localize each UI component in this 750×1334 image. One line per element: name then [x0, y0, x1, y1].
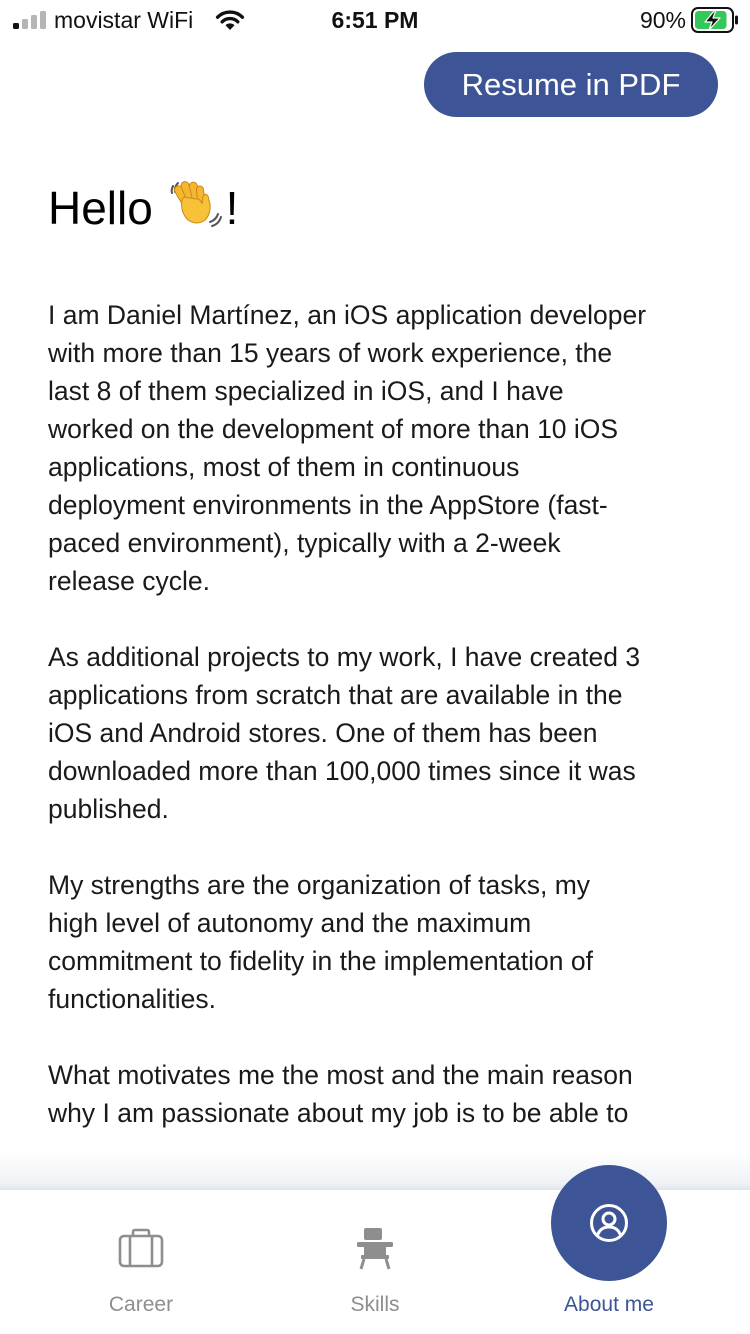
bio-paragraph: What motivates me the most and the main … [48, 1060, 633, 1140]
bio-paragraph: My strengths are the organization of tas… [48, 870, 593, 1014]
briefcase-icon [118, 1228, 164, 1268]
tab-skills-label: Skills [350, 1293, 400, 1316]
user-circle-icon [590, 1204, 628, 1242]
tab-career-label: Career [108, 1293, 174, 1316]
school-desk-icon [357, 1228, 393, 1270]
waving-hand-icon [170, 178, 222, 244]
resume-pdf-button[interactable]: Resume in PDF [424, 52, 718, 117]
bio-paragraph: I am Daniel Martínez, an iOS application… [48, 300, 647, 596]
active-tab-indicator[interactable] [551, 1165, 667, 1281]
battery-charging-icon [691, 7, 738, 33]
greeting-text: Hello [48, 182, 153, 234]
greeting-heading: Hello ! [48, 150, 708, 244]
battery-percentage: 90% [639, 7, 686, 33]
tab-skills[interactable]: Skills [275, 1190, 475, 1334]
tab-about-me-label: About me [564, 1293, 654, 1316]
tab-career[interactable]: Career [41, 1190, 241, 1334]
about-me-text: I am Daniel Martínez, an iOS application… [48, 296, 708, 1140]
status-bar: movistar WiFi 6:51 PM 90% [0, 0, 750, 40]
about-me-content: Hello ! I am Daniel Martínez, an iOS app… [48, 150, 708, 1140]
bio-paragraph: As additional projects to my work, I hav… [48, 642, 641, 824]
greeting-exclamation: ! [225, 182, 239, 234]
clock: 6:51 PM [331, 7, 419, 33]
